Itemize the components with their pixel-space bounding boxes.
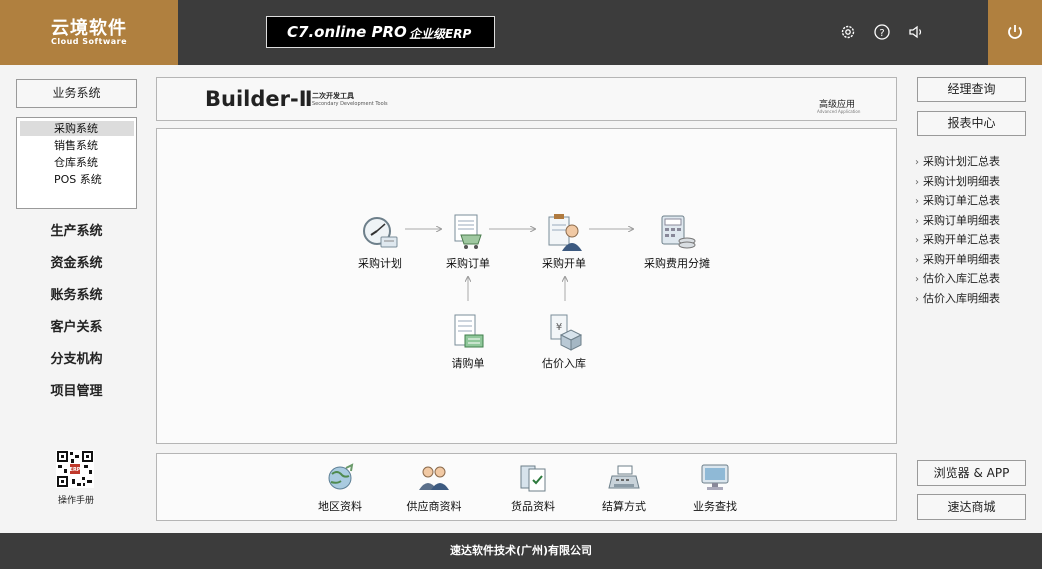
report-link[interactable]: › 估价入库明细表 [915,289,1035,309]
chevron-right-icon: › [915,293,919,305]
business-submenu: 采购系统 销售系统 仓库系统 POS 系统 [16,117,137,209]
settlement-method-button[interactable]: 结算方式 [584,462,664,514]
business-search-label: 业务查找 [693,500,737,513]
help-icon[interactable]: ? [873,23,891,41]
flow-node-estimated-receipt[interactable]: ¥ 估价入库 [519,313,609,371]
estimated-receipt-icon: ¥ [543,313,585,353]
requisition-label: 请购单 [451,357,485,370]
report-link[interactable]: › 采购计划明细表 [915,172,1035,192]
supplier-data-label: 供应商资料 [406,500,462,513]
flow-node-expense-allocation[interactable]: 采购费用分摊 [617,213,737,271]
builder-banner: Builder-Ⅱ 二次开发工具 Secondary Development T… [156,77,897,121]
svg-text:¥: ¥ [556,322,562,333]
gear-icon[interactable] [839,23,857,41]
report-link[interactable]: › 采购订单明细表 [915,211,1035,231]
manager-query-button[interactable]: 经理查询 [917,77,1026,102]
report-link[interactable]: › 采购订单汇总表 [915,191,1035,211]
chevron-right-icon: › [915,215,919,227]
estimated-receipt-label: 估价入库 [542,357,586,370]
monitor-search-icon [697,462,733,494]
manual-label[interactable]: 操作手册 [46,493,106,506]
purchase-invoice-label: 采购开单 [542,257,586,270]
region-data-label: 地区资料 [318,500,362,513]
report-link[interactable]: › 采购计划汇总表 [915,152,1035,172]
product-banner: C7.online PRO 企业级ERP [266,16,495,48]
report-center-button[interactable]: 报表中心 [917,111,1026,136]
sound-icon[interactable] [907,23,925,41]
sidebar-item-accounting[interactable]: 账务系统 [16,284,137,303]
clock-plan-icon [359,213,401,253]
expense-allocation-label: 采购费用分摊 [644,257,710,270]
top-bar: 云境软件 Cloud Software C7.online PRO 企业级ERP… [0,0,1042,65]
order-cart-icon [447,213,489,253]
business-search-button[interactable]: 业务查找 [675,462,755,514]
basic-data-panel: 地区资料 供应商资料 货品资料 结算方式 业务查找 [156,453,897,521]
chevron-right-icon: › [915,176,919,188]
footer-company: 速达软件技术(广州)有限公司 [0,533,1042,569]
purchase-flow-panel: 采购计划 采购订单 采购开单 采购费用分摊 请购单 ¥ 估价入库 [156,128,897,444]
builder-subtitle-en: Secondary Development Tools [312,101,388,107]
region-globe-icon [322,462,358,494]
product-name: C7.online PRO [287,23,407,41]
calculator-coins-icon [656,213,698,253]
sidebar-item-branches[interactable]: 分支机构 [16,348,137,367]
suppliers-icon [416,462,452,494]
brand-name-en: Cloud Software [50,37,128,46]
goods-data-button[interactable]: 货品资料 [493,462,573,514]
svg-text:ERP: ERP [70,467,81,473]
flow-arrows [405,129,898,301]
qr-code-icon[interactable]: ERP [56,450,94,488]
sidebar-item-production[interactable]: 生产系统 [16,220,137,239]
purchase-order-label: 采购订单 [446,257,490,270]
flow-node-purchase-order[interactable]: 采购订单 [423,213,513,271]
suda-mall-button[interactable]: 速达商城 [917,494,1026,520]
advanced-app-sublabel: Advanced Application [817,109,861,114]
business-system-button[interactable]: 业务系统 [16,79,137,108]
invoice-person-icon [543,213,585,253]
report-link[interactable]: › 采购开单明细表 [915,250,1035,270]
submenu-item-pos[interactable]: POS 系统 [20,172,134,187]
flow-node-requisition[interactable]: 请购单 [423,313,513,371]
sidebar-item-funds[interactable]: 资金系统 [16,252,137,271]
brand-logo: 云境软件 Cloud Software [0,0,178,65]
flow-node-purchase-invoice[interactable]: 采购开单 [519,213,609,271]
builder-subtitle-cn: 二次开发工具 [312,92,354,100]
flow-node-purchase-plan[interactable]: 采购计划 [335,213,425,271]
browser-app-button[interactable]: 浏览器 & APP [917,460,1026,486]
submenu-item-purchase[interactable]: 采购系统 [20,121,134,136]
chevron-right-icon: › [915,235,919,246]
report-link[interactable]: › 估价入库汇总表 [915,269,1035,289]
requisition-doc-icon [447,313,489,353]
product-edition: 企业级ERP [409,27,472,41]
cash-register-icon [606,462,642,494]
submenu-item-warehouse[interactable]: 仓库系统 [20,155,134,170]
region-data-button[interactable]: 地区资料 [300,462,380,514]
app: 云境软件 Cloud Software C7.online PRO 企业级ERP… [0,0,1042,569]
chevron-right-icon: › [915,274,919,285]
purchase-plan-label: 采购计划 [358,257,402,270]
sidebar-item-crm[interactable]: 客户关系 [16,316,137,335]
chevron-right-icon: › [915,157,919,168]
supplier-data-button[interactable]: 供应商资料 [394,462,474,514]
sidebar-item-projects[interactable]: 项目管理 [16,380,137,399]
goods-data-label: 货品资料 [511,500,555,513]
submenu-item-sales[interactable]: 销售系统 [20,138,134,153]
builder-logo: Builder-Ⅱ [205,87,313,111]
goods-clipboard-icon [515,462,551,494]
chevron-right-icon: › [915,196,919,207]
report-link[interactable]: › 采购开单汇总表 [915,230,1035,250]
chevron-right-icon: › [915,254,919,266]
settlement-method-label: 结算方式 [602,500,646,513]
report-list: › 采购计划汇总表 › 采购计划明细表 › 采购订单汇总表 › 采购订单明细表 › 采购开… [915,152,1035,308]
svg-text:?: ? [879,28,884,39]
power-button[interactable] [988,0,1042,65]
power-icon [1008,25,1022,39]
